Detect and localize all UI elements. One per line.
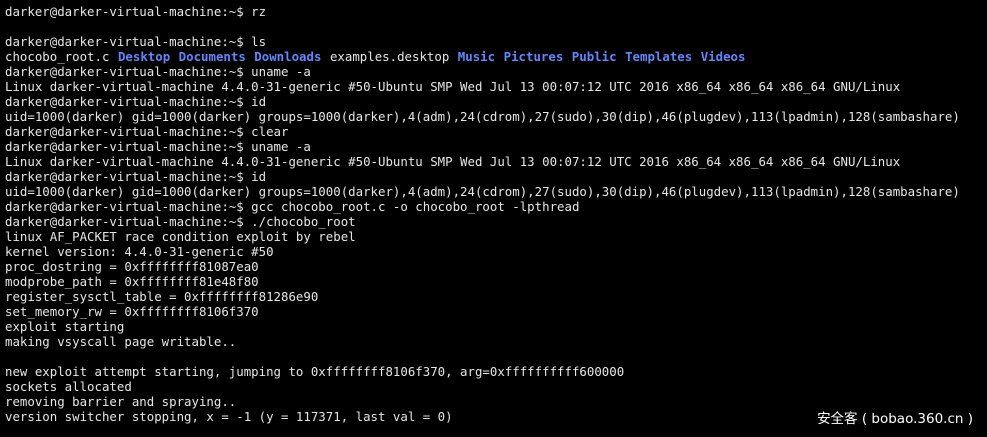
ls-directory-entry: Music <box>457 49 496 64</box>
terminal-output: darker@darker-virtual-machine:~$ rz darke… <box>5 4 960 424</box>
terminal-line: darker@darker-virtual-machine:~$ gcc cho… <box>5 199 580 214</box>
terminal-line: kernel version: 4.4.0-31-generic #50 <box>5 244 274 259</box>
terminal-line: darker@darker-virtual-machine:~$ ./choco… <box>5 214 356 229</box>
terminal-line: Linux darker-virtual-machine 4.4.0-31-ge… <box>5 79 901 94</box>
ls-file-entry: examples.desktop <box>329 49 450 64</box>
ls-directory-entry: Desktop <box>117 49 171 64</box>
ls-directory-entry: Pictures <box>503 49 564 64</box>
ls-directory-entry: Downloads <box>254 49 322 64</box>
ls-directory-entry: Documents <box>178 49 246 64</box>
terminal-line: proc_dostring = 0xffffffff81087ea0 <box>5 259 259 274</box>
ls-file-entry: chocobo_root.c <box>5 49 110 64</box>
terminal-line: new exploit attempt starting, jumping to… <box>5 364 625 379</box>
terminal-line: sockets allocated <box>5 379 132 394</box>
terminal-line: darker@darker-virtual-machine:~$ uname -… <box>5 64 311 79</box>
terminal-line: darker@darker-virtual-machine:~$ ls <box>5 34 267 49</box>
terminal-line: uid=1000(darker) gid=1000(darker) groups… <box>5 184 960 199</box>
ls-directory-entry: Videos <box>700 49 746 64</box>
terminal-line: darker@darker-virtual-machine:~$ clear <box>5 124 289 139</box>
terminal-line: Linux darker-virtual-machine 4.4.0-31-ge… <box>5 154 901 169</box>
terminal-line: linux AF_PACKET race condition exploit b… <box>5 229 356 244</box>
ls-output-line: chocobo_root.c Desktop Documents Downloads e… <box>5 49 960 64</box>
ls-directory-entry: Templates <box>625 49 693 64</box>
terminal-line: set_memory_rw = 0xffffffff8106f370 <box>5 304 259 319</box>
terminal-line: making vsyscall page writable.. <box>5 334 237 349</box>
terminal-line: modprobe_path = 0xffffffff81e48f80 <box>5 274 259 289</box>
terminal-line: uid=1000(darker) gid=1000(darker) groups… <box>5 109 960 124</box>
ls-directory-entry: Public <box>571 49 617 64</box>
terminal-line: darker@darker-virtual-machine:~$ uname -… <box>5 139 311 154</box>
terminal-window[interactable]: darker@darker-virtual-machine:~$ rz darke… <box>0 0 987 437</box>
terminal-line: exploit starting <box>5 319 125 334</box>
watermark: 安全客 ( bobao.360.cn ) <box>817 411 973 427</box>
terminal-line: darker@darker-virtual-machine:~$ rz <box>5 4 267 19</box>
terminal-line: register_sysctl_table = 0xffffffff81286e… <box>5 289 319 304</box>
terminal-line: darker@darker-virtual-machine:~$ id <box>5 169 267 184</box>
terminal-line: darker@darker-virtual-machine:~$ id <box>5 94 267 109</box>
